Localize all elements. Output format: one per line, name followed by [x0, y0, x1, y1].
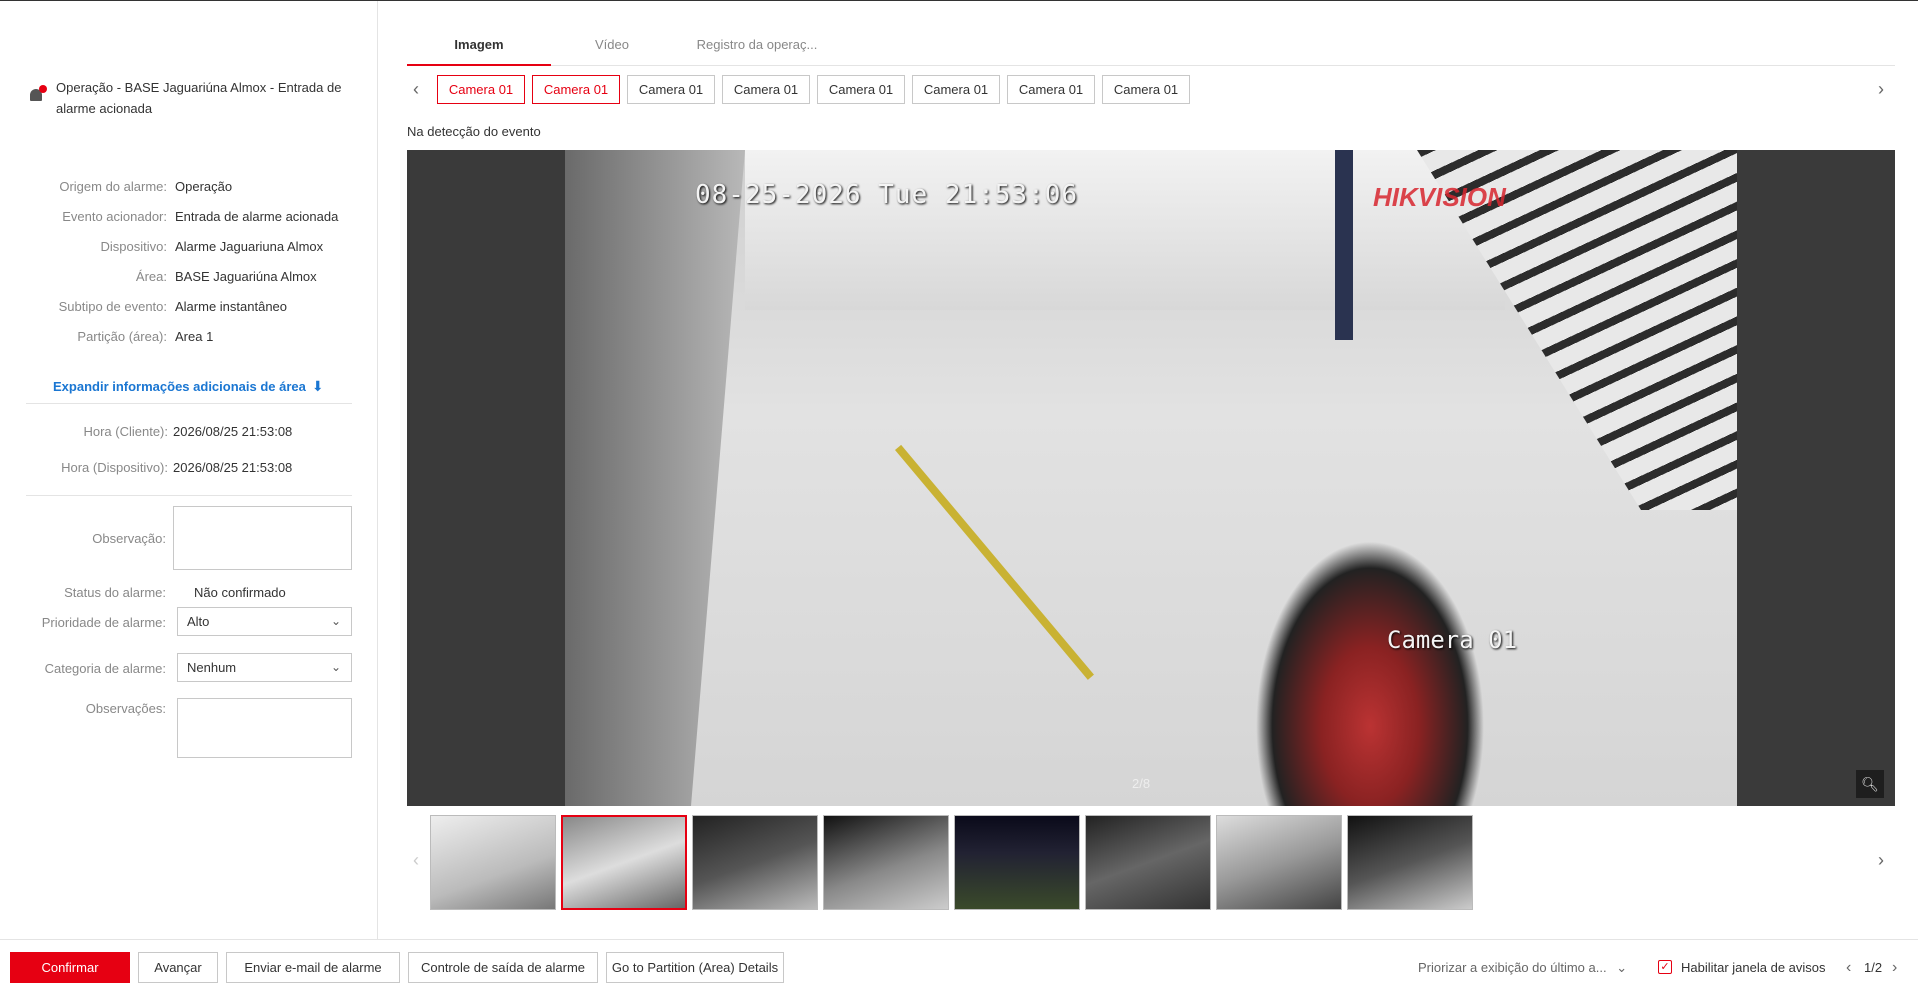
- prioridade-label: Prioridade de alarme:: [41, 615, 166, 630]
- prioridade-value: Alto: [187, 614, 210, 629]
- double-chevron-down-icon: ⬇︎: [311, 378, 324, 394]
- detail-label: Dispositivo:: [100, 239, 167, 254]
- thumbnail[interactable]: [1347, 815, 1473, 910]
- categoria-label: Categoria de alarme:: [44, 661, 166, 676]
- thumbnail[interactable]: [954, 815, 1080, 910]
- zoom-in-icon[interactable]: 🔍︎: [1856, 770, 1884, 798]
- image-viewer[interactable]: 08-25-2026 Tue 21:53:06 HIKVISION Camera…: [407, 150, 1895, 806]
- time-row-dispositivo: Hora (Dispositivo): 2026/08/25 21:53:08: [0, 458, 378, 478]
- osd-brand-logo: HIKVISION: [1373, 182, 1506, 212]
- detail-value: Entrada de alarme acionada: [175, 209, 339, 224]
- detail-value: Area 1: [175, 329, 214, 344]
- categoria-select[interactable]: Nenhum ⌄: [177, 653, 352, 682]
- divider: [26, 495, 352, 496]
- camera-button[interactable]: Camera 01: [912, 75, 1000, 104]
- time-label: Hora (Dispositivo):: [61, 460, 168, 475]
- chevron-left-icon[interactable]: ‹: [1846, 952, 1851, 983]
- camera-button[interactable]: Camera 01: [1007, 75, 1095, 104]
- detail-label: Subtipo de evento:: [58, 299, 167, 314]
- chevron-left-icon[interactable]: ‹: [413, 850, 419, 870]
- camera-snapshot: 08-25-2026 Tue 21:53:06 HIKVISION Camera…: [565, 150, 1737, 806]
- thumbnail[interactable]: [1085, 815, 1211, 910]
- observacoes-label: Observações:: [85, 701, 166, 716]
- chevron-left-icon[interactable]: ‹: [413, 79, 419, 99]
- chevron-down-icon: ⌄: [330, 614, 341, 628]
- thumbnail[interactable]: [430, 815, 556, 910]
- chevron-right-icon[interactable]: ›: [1892, 952, 1897, 983]
- chevron-down-icon: ⌄: [1616, 960, 1628, 975]
- priorizar-label: Priorizar a exibição do último a...: [1418, 960, 1607, 975]
- thumbnail[interactable]: [1216, 815, 1342, 910]
- page-indicator: 1/2: [1864, 960, 1883, 975]
- action-bar: Confirmar Avançar Enviar e-mail de alarm…: [0, 939, 1918, 994]
- divider: [26, 403, 352, 404]
- detail-row-origem: Origem do alarme: Operação: [0, 177, 378, 197]
- tab-registro[interactable]: Registro da operaç...: [682, 32, 832, 66]
- detail-row-particao: Partição (área): Area 1: [0, 327, 378, 347]
- observacao-field[interactable]: [173, 506, 352, 570]
- prioridade-select[interactable]: Alto ⌄: [177, 607, 352, 636]
- status-value: Não confirmado: [194, 585, 286, 600]
- time-row-cliente: Hora (Cliente): 2026/08/25 21:53:08: [0, 422, 378, 442]
- camera-button[interactable]: Camera 01: [437, 75, 525, 104]
- osd-timestamp: 08-25-2026 Tue 21:53:06: [695, 180, 1079, 210]
- image-counter: 2/8: [1132, 776, 1151, 791]
- osd-camera-name: Camera 01: [1387, 626, 1518, 654]
- tab-video[interactable]: Vídeo: [562, 32, 662, 66]
- detail-label: Origem do alarme:: [59, 179, 167, 194]
- detail-value: Alarme instantâneo: [175, 299, 288, 314]
- thumbnail[interactable]: [561, 815, 687, 910]
- chevron-down-icon: ⌄: [330, 660, 341, 674]
- observacoes-field[interactable]: [177, 698, 352, 758]
- tab-imagem[interactable]: Imagem: [407, 32, 551, 66]
- alarm-header: Operação - BASE Jaguariúna Almox - Entra…: [28, 77, 358, 119]
- habilitar-label: Habilitar janela de avisos: [1681, 960, 1826, 975]
- camera-button[interactable]: Camera 01: [1102, 75, 1190, 104]
- priorizar-dropdown[interactable]: Priorizar a exibição do último a... ⌄: [1418, 952, 1627, 983]
- tab-bar: Imagem Vídeo Registro da operaç...: [407, 32, 1895, 66]
- advance-button[interactable]: Avançar: [138, 952, 218, 983]
- detail-value: Alarme Jaguariuna Almox: [175, 239, 324, 254]
- time-value: 2026/08/25 21:53:08: [173, 460, 293, 475]
- expand-area-info-link[interactable]: Expandir informações adicionais de área …: [53, 378, 324, 395]
- detail-value: BASE Jaguariúna Almox: [175, 269, 317, 284]
- detail-value: Operação: [175, 179, 233, 194]
- alarm-title: Operação - BASE Jaguariúna Almox - Entra…: [56, 80, 342, 116]
- detail-row-dispositivo: Dispositivo: Alarme Jaguariuna Almox: [0, 237, 378, 257]
- observacao-label: Observação:: [92, 531, 166, 546]
- chevron-right-icon[interactable]: ›: [1878, 79, 1884, 99]
- confirm-button[interactable]: Confirmar: [10, 952, 130, 983]
- event-detection-label: Na detecção do evento: [407, 124, 541, 139]
- time-label: Hora (Cliente):: [83, 424, 168, 439]
- time-value: 2026/08/25 21:53:08: [173, 424, 293, 439]
- camera-button[interactable]: Camera 01: [817, 75, 905, 104]
- camera-button[interactable]: Camera 01: [627, 75, 715, 104]
- habilitar-checkbox[interactable]: ✓: [1658, 960, 1672, 974]
- alarm-output-button[interactable]: Controle de saída de alarme: [408, 952, 598, 983]
- categoria-value: Nenhum: [187, 660, 237, 675]
- detail-label: Área:: [135, 269, 167, 284]
- camera-button[interactable]: Camera 01: [722, 75, 810, 104]
- chevron-right-icon[interactable]: ›: [1878, 850, 1884, 870]
- thumbnail[interactable]: [692, 815, 818, 910]
- detail-label: Evento acionador:: [62, 209, 167, 224]
- status-label: Status do alarme:: [64, 585, 166, 600]
- detail-row-evento: Evento acionador: Entrada de alarme acio…: [0, 207, 378, 227]
- alarm-details-panel: Operação - BASE Jaguariúna Almox - Entra…: [0, 1, 378, 939]
- partition-details-button[interactable]: Go to Partition (Area) Details: [606, 952, 784, 983]
- detail-row-subtipo: Subtipo de evento: Alarme instantâneo: [0, 297, 378, 317]
- detail-row-area: Área: BASE Jaguariúna Almox: [0, 267, 378, 287]
- thumbnail[interactable]: [823, 815, 949, 910]
- detail-label: Partição (área):: [77, 329, 167, 344]
- send-email-button[interactable]: Enviar e-mail de alarme: [226, 952, 400, 983]
- alarm-siren-icon: [28, 83, 48, 103]
- camera-button[interactable]: Camera 01: [532, 75, 620, 104]
- expand-label: Expandir informações adicionais de área: [53, 379, 306, 394]
